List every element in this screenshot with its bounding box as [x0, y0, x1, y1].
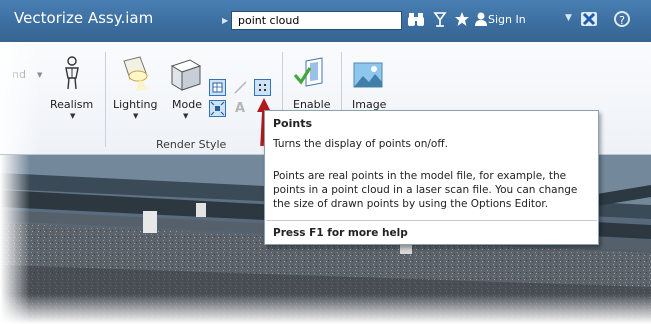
measure-line-icon[interactable]	[232, 79, 249, 96]
chevron-down-icon: ▼	[133, 112, 139, 120]
star-icon[interactable]	[454, 11, 470, 27]
points-toggle-icon[interactable]	[254, 79, 271, 96]
text-annotation-icon[interactable]: A	[235, 100, 252, 117]
antenna-icon[interactable]	[432, 11, 448, 27]
user-icon[interactable]	[474, 11, 488, 27]
realism-button[interactable]: Realism	[50, 98, 93, 111]
binoculars-icon[interactable]	[408, 11, 424, 27]
viewport-fade-bottom	[0, 294, 651, 324]
tooltip-divider	[266, 220, 597, 221]
visual-mode-cube-icon	[170, 59, 202, 91]
title-bar: Vectorize Assy.iam ▶ point cloud Sign In…	[0, 0, 651, 42]
window-title: Vectorize Assy.iam	[14, 9, 154, 27]
search-input[interactable]: point cloud	[231, 11, 402, 30]
tooltip-title: Points	[273, 117, 313, 130]
ribbon-group-label: Render Style	[156, 138, 227, 151]
exchange-x-icon[interactable]	[580, 10, 598, 28]
realism-figure-icon	[65, 56, 79, 90]
tooltip-subtitle: Turns the display of points on/off.	[273, 138, 448, 150]
help-icon[interactable]: ?	[614, 11, 630, 27]
tooltip-body: Points are real points in the model file…	[273, 170, 578, 210]
image-picture-icon	[353, 62, 383, 88]
sign-in-button[interactable]: Sign In	[488, 13, 526, 26]
lighting-lamp-icon	[123, 56, 148, 91]
mode-button[interactable]: Mode	[172, 98, 202, 111]
lighting-button[interactable]: Lighting	[113, 98, 157, 111]
app-window: Vectorize Assy.iam ▶ point cloud Sign In…	[0, 0, 651, 324]
chevron-down-icon: ▼	[183, 112, 189, 120]
enable-check-icon	[293, 57, 323, 87]
tooltip-help-hint: Press F1 for more help	[273, 227, 408, 239]
points-tooltip: Points Turns the display of points on/of…	[264, 110, 599, 245]
dropdown-icon[interactable]: ▼	[565, 13, 572, 23]
ribbon-fade-overlay	[0, 42, 40, 154]
ribbon-divider	[105, 52, 106, 147]
chevron-down-icon: ▼	[70, 112, 76, 120]
shadows-toggle-icon[interactable]	[209, 79, 226, 96]
fit-view-icon[interactable]	[209, 100, 226, 117]
